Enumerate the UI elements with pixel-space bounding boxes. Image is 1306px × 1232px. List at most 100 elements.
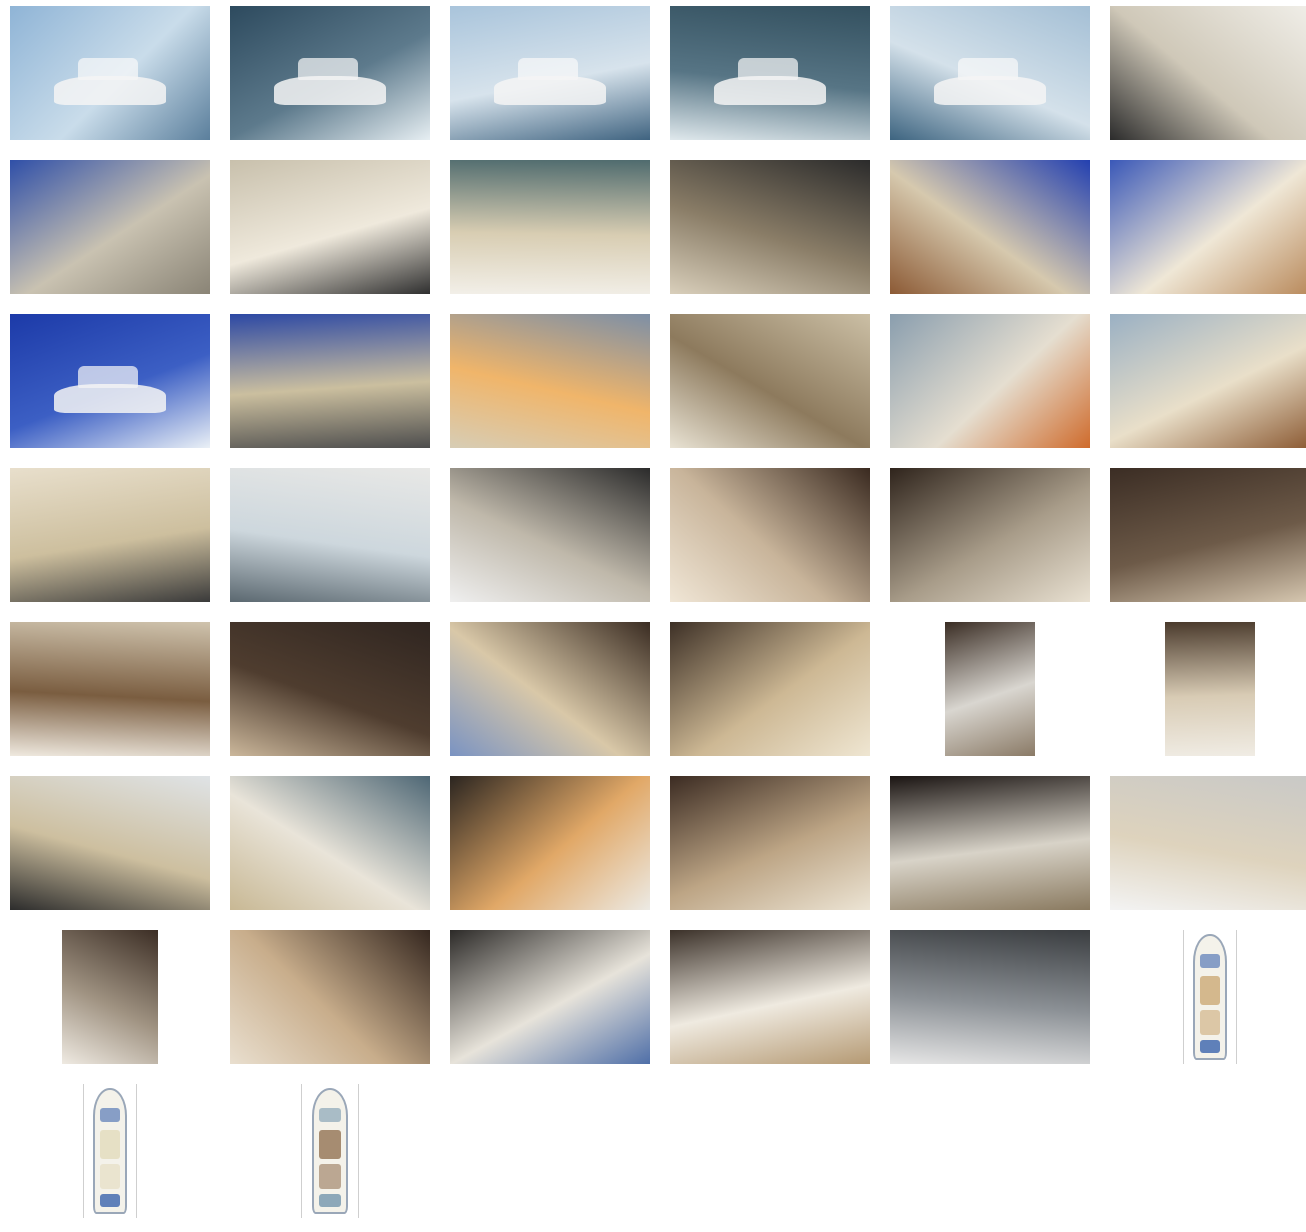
photo-content bbox=[1110, 776, 1306, 910]
gallery-item bbox=[880, 616, 1100, 770]
helm-seating-photo[interactable] bbox=[10, 468, 210, 602]
guest-cabin-photo[interactable] bbox=[670, 776, 870, 910]
salon-photo[interactable] bbox=[450, 468, 650, 602]
hardtop-photo[interactable] bbox=[230, 468, 430, 602]
gallery-item bbox=[880, 154, 1100, 308]
helm-station-photo[interactable] bbox=[230, 160, 430, 294]
washer-dryer-photo[interactable] bbox=[945, 622, 1035, 756]
deck-plan-drawing[interactable] bbox=[301, 1084, 359, 1218]
plan-room bbox=[1199, 1010, 1221, 1035]
deck-plan-drawing[interactable] bbox=[83, 1084, 137, 1218]
photo-content bbox=[450, 314, 650, 448]
photo-content bbox=[230, 314, 430, 448]
photo-gallery-grid bbox=[0, 0, 1306, 1218]
aft-deck-photo[interactable] bbox=[890, 160, 1090, 294]
gallery-item bbox=[1100, 0, 1306, 154]
vip-cabin-photo[interactable] bbox=[450, 622, 650, 756]
photo-content bbox=[10, 776, 210, 910]
photo-content bbox=[670, 776, 870, 910]
cockpit-photo[interactable] bbox=[10, 160, 210, 294]
gallery-item bbox=[0, 308, 220, 462]
yacht-hull bbox=[934, 75, 1046, 106]
shower-photo[interactable] bbox=[1165, 622, 1255, 756]
yacht-exterior-photo[interactable] bbox=[10, 6, 210, 140]
yacht-exterior-photo[interactable] bbox=[10, 314, 210, 448]
master-cabin-photo[interactable] bbox=[230, 622, 430, 756]
helm-station-photo[interactable] bbox=[230, 314, 430, 448]
salon-photo[interactable] bbox=[450, 930, 650, 1064]
yacht-exterior-photo[interactable] bbox=[230, 6, 430, 140]
gallery-item bbox=[660, 616, 880, 770]
gallery-item bbox=[220, 462, 440, 616]
photo-content bbox=[670, 314, 870, 448]
helm-station-photo[interactable] bbox=[1110, 6, 1306, 140]
photo-content bbox=[1110, 6, 1306, 140]
head-photo[interactable] bbox=[890, 776, 1090, 910]
plan-room bbox=[99, 1193, 121, 1208]
gallery-item bbox=[880, 0, 1100, 154]
galley-photo[interactable] bbox=[230, 930, 430, 1064]
plan-room bbox=[1199, 1039, 1221, 1054]
galley-photo[interactable] bbox=[670, 468, 870, 602]
photo-content bbox=[890, 930, 1090, 1064]
photo-content bbox=[450, 776, 650, 910]
photo-content bbox=[450, 930, 650, 1064]
guest-cabin-photo[interactable] bbox=[670, 622, 870, 756]
head-photo[interactable] bbox=[10, 622, 210, 756]
yacht-exterior-photo[interactable] bbox=[670, 6, 870, 140]
flybridge-photo[interactable] bbox=[1110, 314, 1306, 448]
gallery-item bbox=[440, 462, 660, 616]
yacht-exterior-photo[interactable] bbox=[890, 6, 1090, 140]
gallery-item bbox=[1100, 308, 1306, 462]
gallery-item bbox=[0, 0, 220, 154]
photo-content bbox=[890, 776, 1090, 910]
photo-content bbox=[62, 930, 158, 1064]
bow-seating-photo[interactable] bbox=[10, 776, 210, 910]
gallery-item bbox=[0, 154, 220, 308]
yacht-hull bbox=[494, 75, 606, 106]
flybridge-photo[interactable] bbox=[1110, 160, 1306, 294]
salon-photo[interactable] bbox=[670, 930, 870, 1064]
gallery-item bbox=[1100, 616, 1306, 770]
gallery-item bbox=[1100, 924, 1306, 1078]
engine-room-photo[interactable] bbox=[890, 930, 1090, 1064]
photo-content bbox=[230, 930, 430, 1064]
bow-sunpad-photo[interactable] bbox=[450, 160, 650, 294]
gallery-item bbox=[220, 308, 440, 462]
photo-content bbox=[1110, 314, 1306, 448]
stairway-photo[interactable] bbox=[62, 930, 158, 1064]
gallery-item bbox=[660, 0, 880, 154]
bow-sunpad-photo[interactable] bbox=[230, 776, 430, 910]
gallery-item bbox=[440, 770, 660, 924]
plan-room bbox=[318, 1108, 342, 1122]
photo-content bbox=[890, 314, 1090, 448]
galley-photo[interactable] bbox=[890, 468, 1090, 602]
grill-station-photo[interactable] bbox=[890, 314, 1090, 448]
gallery-item bbox=[220, 924, 440, 1078]
plan-room bbox=[1199, 954, 1221, 968]
plan-room bbox=[318, 1129, 342, 1160]
flybridge-seating-photo[interactable] bbox=[1110, 776, 1306, 910]
photo-content bbox=[230, 776, 430, 910]
lower-helm-photo[interactable] bbox=[670, 160, 870, 294]
photo-content bbox=[670, 622, 870, 756]
yacht-exterior-photo[interactable] bbox=[450, 6, 650, 140]
deck-plan-drawing[interactable] bbox=[1183, 930, 1237, 1064]
flybridge-photo[interactable] bbox=[670, 314, 870, 448]
plan-room bbox=[318, 1193, 342, 1208]
aft-deck-photo[interactable] bbox=[450, 776, 650, 910]
gallery-item bbox=[880, 308, 1100, 462]
photo-content bbox=[230, 622, 430, 756]
yacht-hull bbox=[714, 75, 826, 106]
gallery-item bbox=[220, 1078, 440, 1232]
gallery-item bbox=[0, 462, 220, 616]
gallery-item bbox=[1100, 770, 1306, 924]
gallery-item bbox=[660, 154, 880, 308]
photo-content bbox=[1110, 468, 1306, 602]
bow-sunset-photo[interactable] bbox=[450, 314, 650, 448]
photo-content bbox=[10, 160, 210, 294]
master-cabin-photo[interactable] bbox=[1110, 468, 1306, 602]
gallery-item bbox=[880, 924, 1100, 1078]
plan-room bbox=[99, 1108, 121, 1122]
gallery-item bbox=[660, 462, 880, 616]
